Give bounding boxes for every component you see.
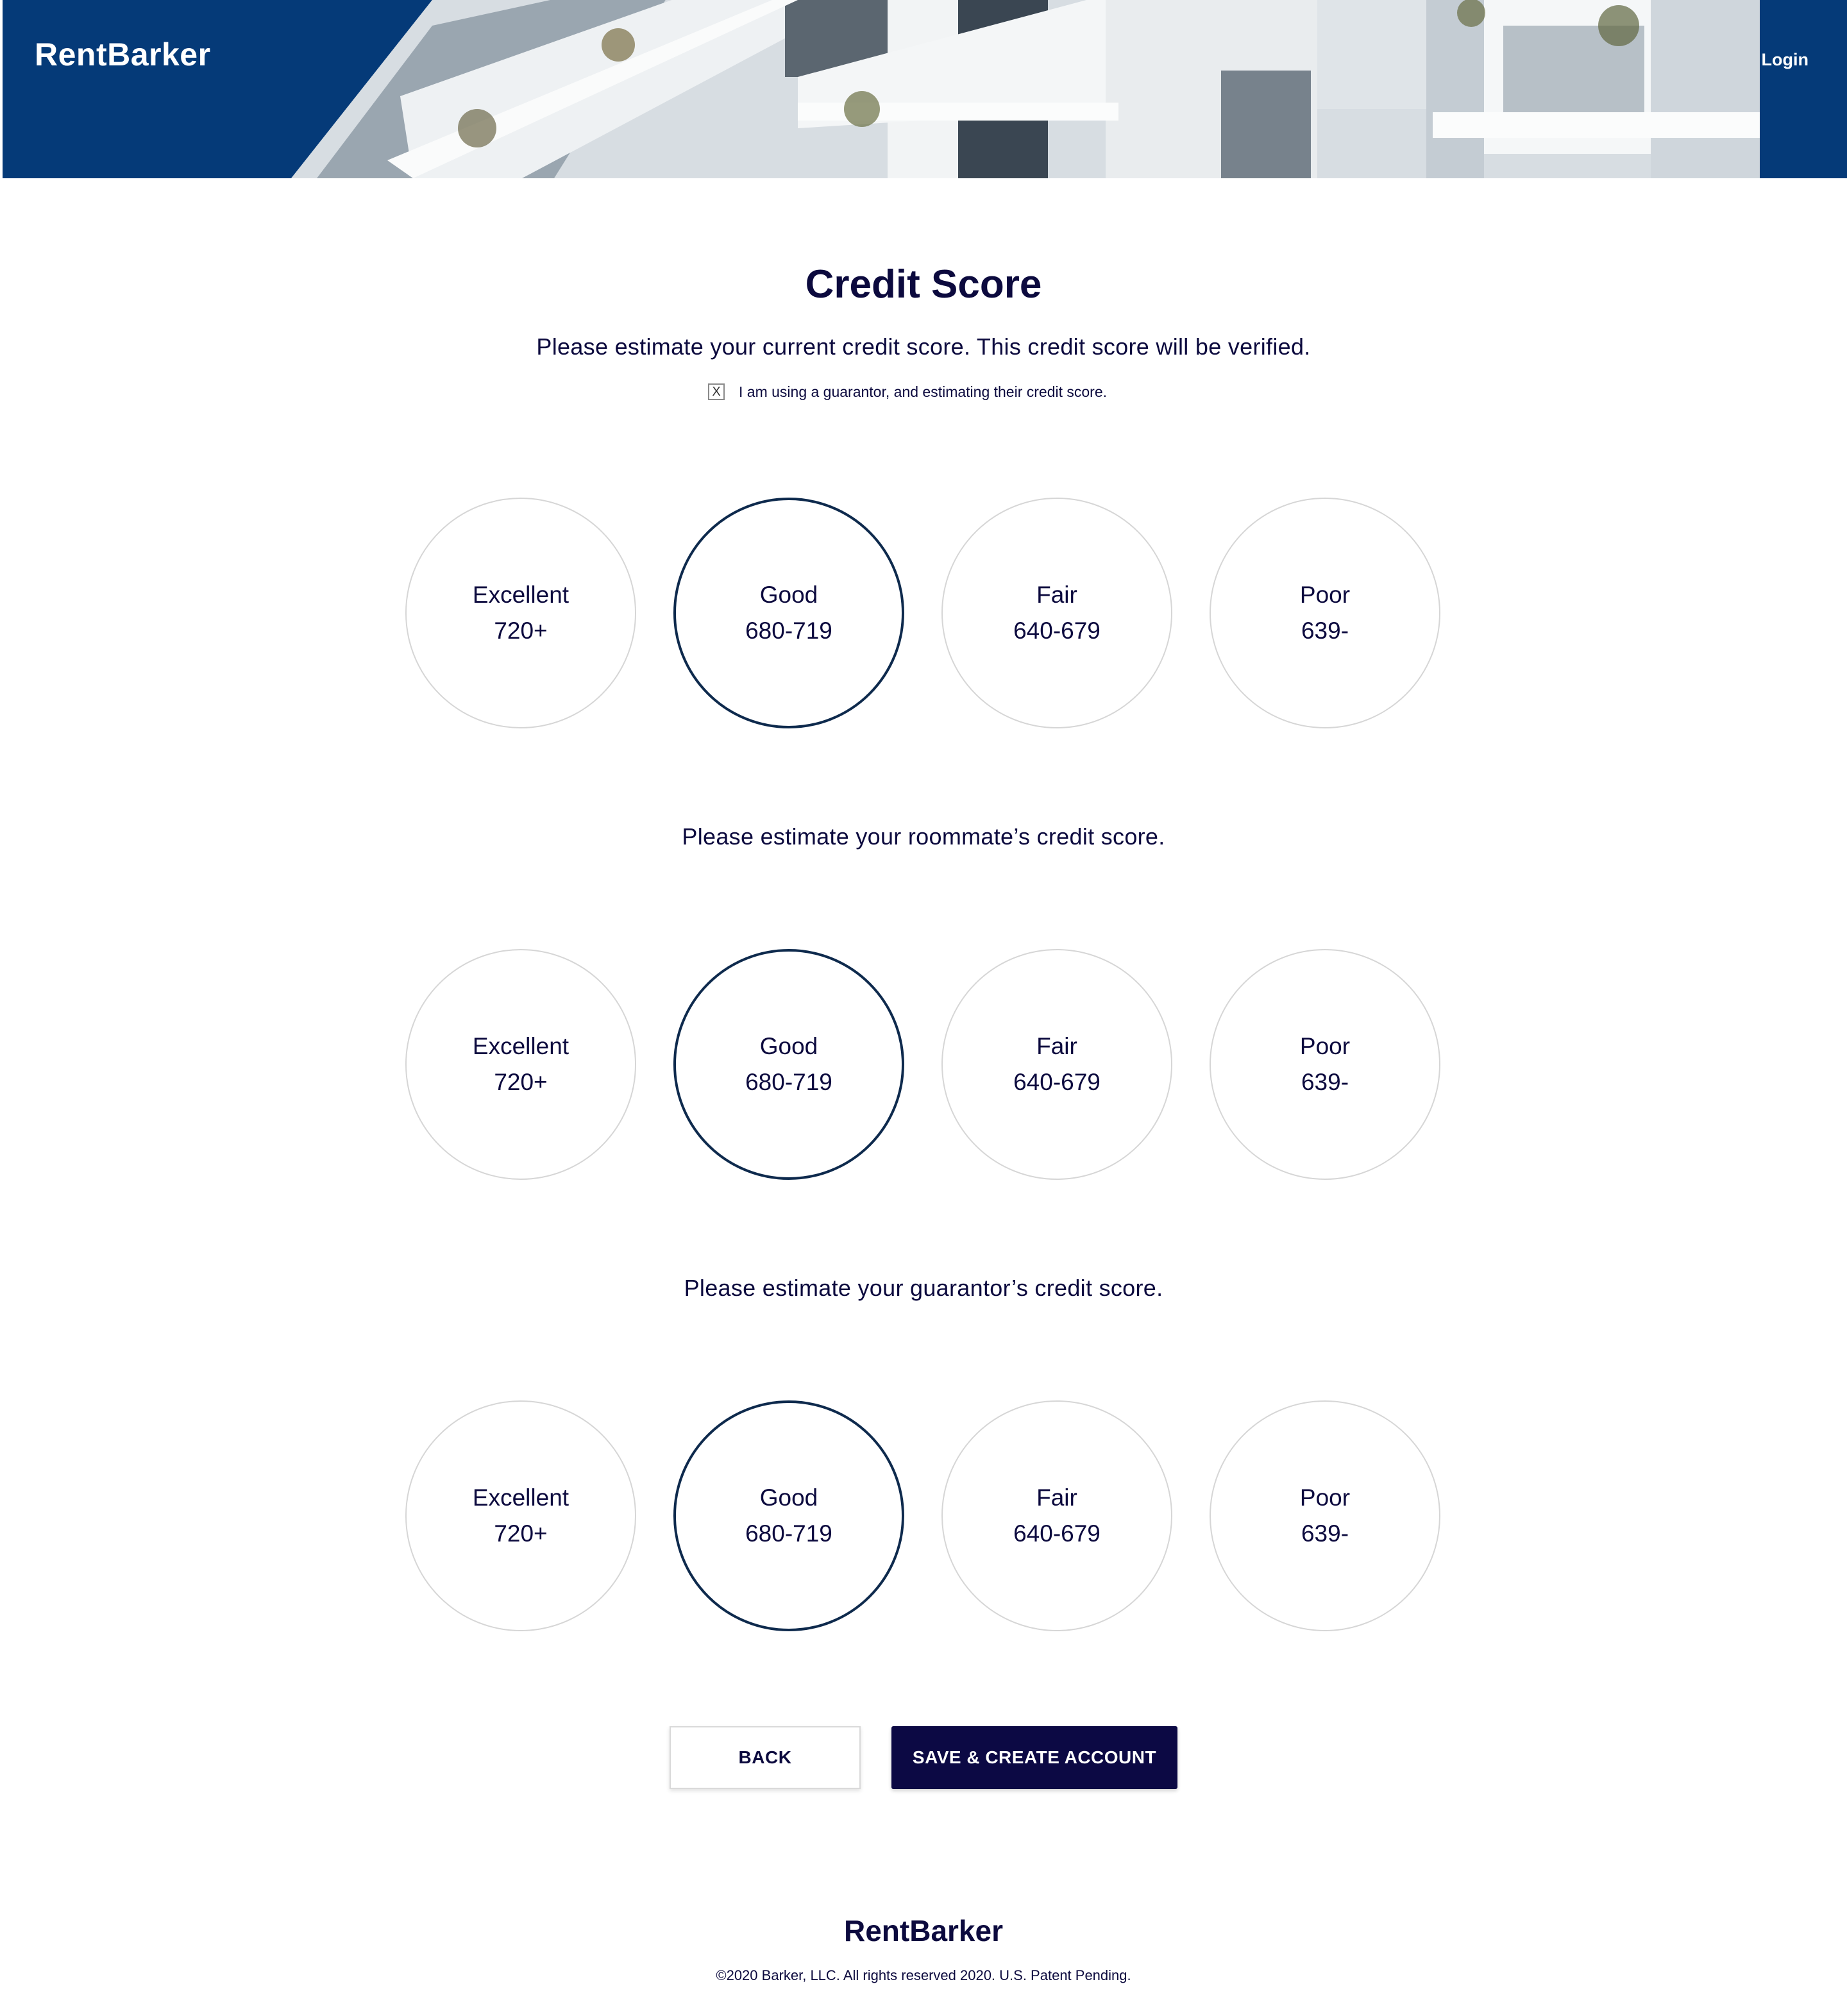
option-range: 640-679 bbox=[1013, 1520, 1101, 1547]
option-label: Excellent bbox=[472, 582, 569, 608]
building-photo bbox=[291, 0, 1760, 178]
option-label: Fair bbox=[1036, 1484, 1077, 1511]
header-logo[interactable]: RentBarker bbox=[35, 36, 211, 73]
option-range: 639- bbox=[1301, 1520, 1349, 1547]
credit-option-excellent[interactable]: Excellent 720+ bbox=[405, 949, 636, 1180]
page-title: Credit Score bbox=[805, 262, 1042, 307]
guarantor-section-label: Please estimate your guarantor’s credit … bbox=[684, 1275, 1163, 1301]
credit-option-poor[interactable]: Poor 639- bbox=[1210, 1400, 1440, 1631]
footer-copyright: ©2020 Barker, LLC. All rights reserved 2… bbox=[716, 1967, 1131, 1983]
credit-score-options-roommate: Excellent 720+ Good 680-719 Fair 640-679… bbox=[0, 949, 1847, 1180]
credit-score-options-guarantor: Excellent 720+ Good 680-719 Fair 640-679… bbox=[0, 1400, 1847, 1631]
option-label: Poor bbox=[1299, 582, 1351, 608]
credit-option-fair[interactable]: Fair 640-679 bbox=[941, 949, 1172, 1180]
guarantor-checkbox[interactable]: X bbox=[708, 383, 725, 400]
option-range: 680-719 bbox=[745, 617, 832, 644]
save-create-account-button[interactable]: SAVE & CREATE ACCOUNT bbox=[891, 1726, 1177, 1789]
credit-option-good[interactable]: Good 680-719 bbox=[673, 1400, 904, 1631]
option-range: 680-719 bbox=[745, 1520, 832, 1547]
login-link[interactable]: Login bbox=[1762, 50, 1809, 70]
header-banner: RentBarker Login bbox=[3, 0, 1847, 178]
option-label: Fair bbox=[1036, 582, 1077, 608]
guarantor-checkbox-row[interactable]: X I am using a guarantor, and estimating… bbox=[708, 382, 1107, 401]
credit-option-poor[interactable]: Poor 639- bbox=[1210, 498, 1440, 728]
option-range: 720+ bbox=[494, 1069, 548, 1095]
footer-logo: RentBarker bbox=[844, 1914, 1003, 1947]
credit-score-options-self: Excellent 720+ Good 680-719 Fair 640-679… bbox=[0, 498, 1847, 728]
option-label: Good bbox=[759, 1484, 818, 1511]
option-label: Good bbox=[759, 1033, 818, 1059]
back-button[interactable]: BACK bbox=[670, 1726, 861, 1789]
option-range: 639- bbox=[1301, 1069, 1349, 1095]
credit-option-fair[interactable]: Fair 640-679 bbox=[941, 1400, 1172, 1631]
option-label: Fair bbox=[1036, 1033, 1077, 1059]
option-label: Good bbox=[759, 582, 818, 608]
option-label: Excellent bbox=[472, 1033, 569, 1059]
credit-option-good[interactable]: Good 680-719 bbox=[673, 949, 904, 1180]
option-range: 639- bbox=[1301, 617, 1349, 644]
credit-option-good[interactable]: Good 680-719 bbox=[673, 498, 904, 728]
roommate-section-label: Please estimate your roommate’s credit s… bbox=[682, 823, 1165, 850]
option-range: 680-719 bbox=[745, 1069, 832, 1095]
option-range: 640-679 bbox=[1013, 1069, 1101, 1095]
option-range: 720+ bbox=[494, 617, 548, 644]
option-range: 720+ bbox=[494, 1520, 548, 1547]
option-label: Excellent bbox=[472, 1484, 569, 1511]
credit-option-excellent[interactable]: Excellent 720+ bbox=[405, 498, 636, 728]
option-label: Poor bbox=[1299, 1484, 1351, 1511]
credit-option-fair[interactable]: Fair 640-679 bbox=[941, 498, 1172, 728]
guarantor-checkbox-label: I am using a guarantor, and estimating t… bbox=[739, 383, 1108, 400]
credit-option-excellent[interactable]: Excellent 720+ bbox=[405, 1400, 636, 1631]
option-label: Poor bbox=[1299, 1033, 1351, 1059]
building-illustration bbox=[291, 0, 1760, 178]
page-subtitle: Please estimate your current credit scor… bbox=[536, 333, 1311, 360]
credit-option-poor[interactable]: Poor 639- bbox=[1210, 949, 1440, 1180]
option-range: 640-679 bbox=[1013, 617, 1101, 644]
